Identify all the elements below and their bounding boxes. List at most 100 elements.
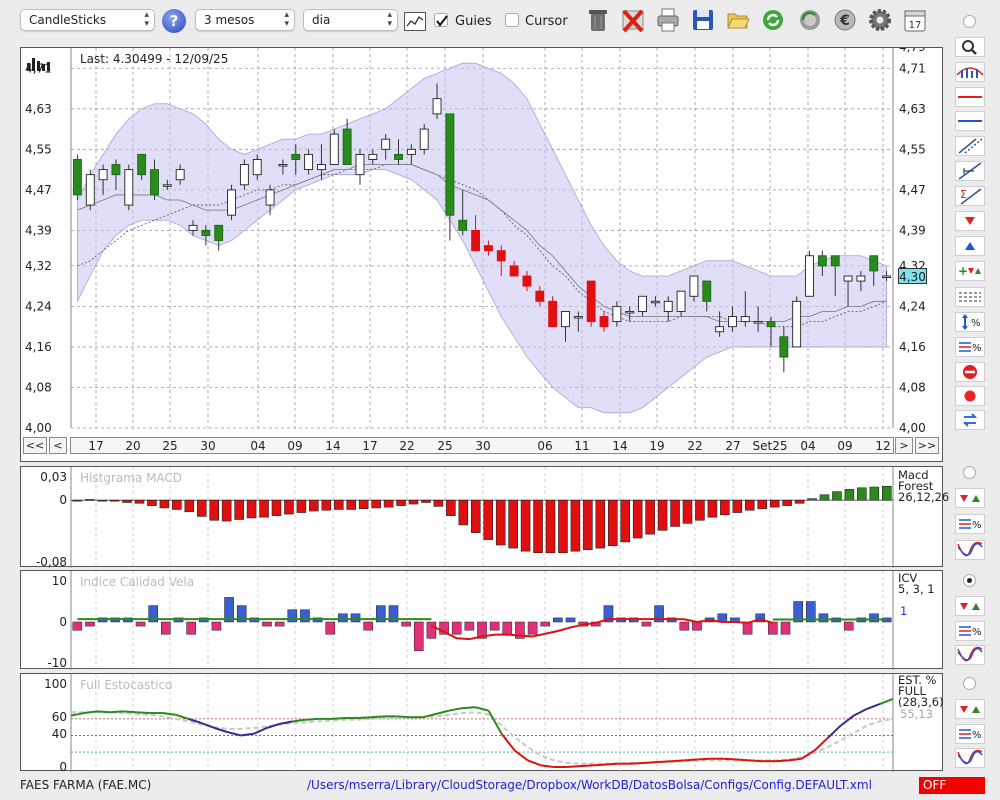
calendar-day: 17 xyxy=(909,20,922,31)
x-tick-label: 25 xyxy=(162,439,177,453)
x-tick-label: 09 xyxy=(287,439,302,453)
x-tick-label: 22 xyxy=(399,439,414,453)
swap-arrows-icon xyxy=(962,413,978,427)
period-select[interactable]: 3 mesos ▴ ▾ xyxy=(195,9,295,31)
print-icon[interactable] xyxy=(655,6,681,34)
icv-curve-button[interactable] xyxy=(955,645,985,665)
red-down-arrow-icon xyxy=(965,217,975,225)
macd-bar xyxy=(159,499,170,509)
grid-lines-button[interactable] xyxy=(955,287,985,307)
panel-radio-stochastic[interactable] xyxy=(963,677,976,690)
stochastic-panel[interactable]: 100 60 40 0 Full Estocastico EST. % FULL (2… xyxy=(20,673,944,772)
open-folder-icon[interactable] xyxy=(725,6,751,34)
y-tick-label-right: 4,47 xyxy=(899,183,926,197)
save-icon[interactable] xyxy=(690,6,716,34)
buy-marker-button[interactable] xyxy=(955,236,985,256)
candle-body xyxy=(406,148,416,155)
sync-button[interactable] xyxy=(955,410,985,430)
stochastic-k-segment xyxy=(527,759,542,767)
icv-bar xyxy=(350,613,361,623)
stochastic-k-segment xyxy=(723,757,737,761)
candle-body xyxy=(817,255,827,267)
help-button[interactable]: ? xyxy=(162,9,186,33)
panel-radio-macd[interactable] xyxy=(963,466,976,479)
euro-icon[interactable]: € xyxy=(832,6,858,34)
y-tick-label: 0 xyxy=(59,760,67,772)
add-signal-button[interactable]: + xyxy=(955,261,985,281)
macd-bar xyxy=(545,499,556,554)
refresh-icon[interactable] xyxy=(760,6,786,34)
percent-scale-button[interactable]: % xyxy=(955,312,985,332)
stochastic-curve-button[interactable] xyxy=(955,748,985,768)
sell-marker-button[interactable] xyxy=(955,211,985,231)
stochastic-k-segment xyxy=(879,698,894,705)
candle-body xyxy=(252,159,262,176)
trendline-button[interactable] xyxy=(955,161,985,181)
blue-line-button[interactable] xyxy=(955,111,985,131)
candle-body xyxy=(792,300,802,348)
panel-radio-icv[interactable] xyxy=(963,574,976,587)
stochastic-k-segment xyxy=(684,758,698,762)
record-button[interactable] xyxy=(955,386,985,406)
stochastic-levels-button[interactable]: % xyxy=(955,724,985,744)
config-path-link[interactable]: /Users/mserra/Library/CloudStorage/Dropb… xyxy=(307,778,872,792)
stochastic-signals-button[interactable] xyxy=(955,699,985,719)
status-badge[interactable]: OFF xyxy=(919,777,985,794)
macd-bar xyxy=(645,499,655,535)
chart-settings-icon[interactable] xyxy=(404,12,426,31)
candle-body xyxy=(650,300,660,304)
stochastic-k-segment xyxy=(566,765,580,768)
red-green-arrows-icon xyxy=(960,706,980,713)
macd-bar xyxy=(134,499,145,504)
trash-icon[interactable] xyxy=(585,6,611,34)
oscillator-curves-icon xyxy=(957,749,983,765)
stochastic-k-segment xyxy=(775,759,789,763)
delete-icon[interactable] xyxy=(620,6,646,34)
panel-radio-top[interactable] xyxy=(963,15,976,28)
macd-curve-button[interactable] xyxy=(955,540,985,560)
channel-button[interactable] xyxy=(955,136,985,156)
icv-signals-button[interactable] xyxy=(955,596,985,616)
lines-percent-button[interactable]: % xyxy=(955,337,985,357)
zoom-button[interactable] xyxy=(955,37,985,57)
candle-body xyxy=(676,290,686,312)
cursor-checkbox[interactable] xyxy=(505,13,519,27)
price-chart-panel[interactable]: 4,00 4,00 4,08 4,08 4,16 4,16 4,24 4,24 4,32 4,32… xyxy=(20,47,943,462)
fibonacci-button[interactable]: Σ xyxy=(955,186,985,206)
stop-button[interactable] xyxy=(955,362,985,382)
y-tick-label-left: 4,08 xyxy=(25,380,52,394)
icv-levels-button[interactable]: % xyxy=(955,621,985,641)
stochastic-k-segment xyxy=(749,759,763,763)
icv-bar xyxy=(262,621,272,627)
gear-icon[interactable] xyxy=(867,6,893,34)
macd-bar xyxy=(383,499,394,508)
macd-levels-button[interactable]: % xyxy=(955,514,985,534)
macd-bar xyxy=(558,499,568,554)
y-tick-label: 40 xyxy=(52,727,67,741)
stochastic-k-segment xyxy=(123,710,137,714)
lines-percent-icon: % xyxy=(959,729,982,741)
svg-text:%: % xyxy=(971,318,981,329)
y-tick-label-right: 4,63 xyxy=(899,102,926,116)
macd-signals-button[interactable] xyxy=(955,488,985,508)
candle-style-button[interactable] xyxy=(955,62,985,82)
icv-bar xyxy=(300,609,310,623)
calendar-icon[interactable]: 17 xyxy=(902,6,928,34)
macd-bar xyxy=(259,499,269,518)
x-tick-label: 17 xyxy=(88,439,103,453)
candle-body xyxy=(304,153,314,171)
candle-body xyxy=(856,275,866,282)
macd-bar xyxy=(632,499,643,539)
y-tick-label-left: 4,47 xyxy=(25,183,52,197)
y-tick-label-left: 4,55 xyxy=(25,142,52,156)
interval-select[interactable]: dia ▴ ▾ xyxy=(303,9,398,31)
macd-panel[interactable]: 0,03 0 -0,08 Histgrama MACD Macd Forest 26… xyxy=(20,466,949,568)
globe-refresh-icon[interactable] xyxy=(797,6,823,34)
candle-body xyxy=(419,128,429,150)
guides-checkbox[interactable] xyxy=(434,13,448,27)
chart-type-select[interactable]: CandleSticks ▴ ▾ xyxy=(20,9,155,31)
icv-panel[interactable]: 10 0 -10 Indice Calidad Vela ICV 5, 3, 1 1 xyxy=(20,570,943,670)
candle-body xyxy=(522,275,532,287)
candle-body xyxy=(265,189,275,206)
red-line-button[interactable] xyxy=(955,87,985,107)
